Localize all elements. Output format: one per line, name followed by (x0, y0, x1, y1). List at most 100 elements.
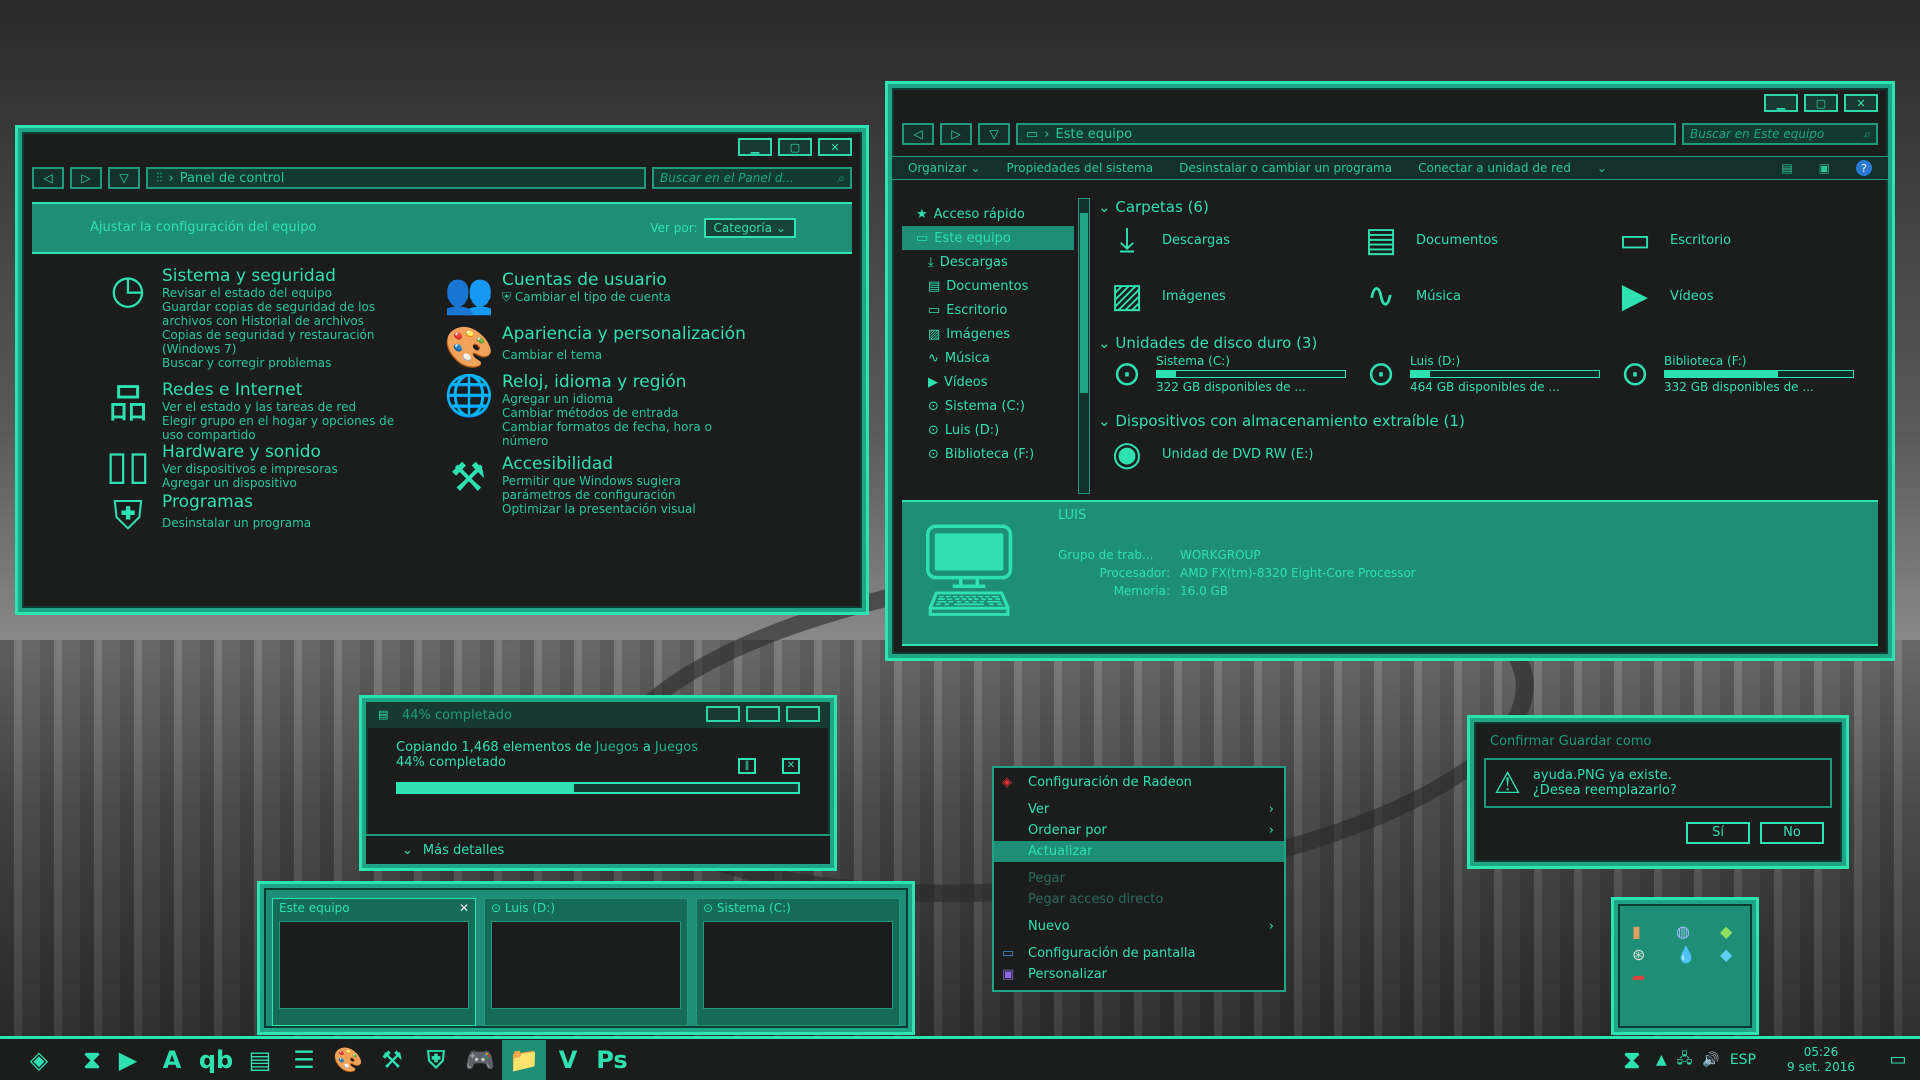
category-link[interactable]: (Windows 7) (162, 342, 375, 356)
back-button[interactable]: ◁ (32, 167, 64, 189)
menu-item-new[interactable]: Nuevo › (994, 916, 1284, 937)
destination-link[interactable]: Juegos (655, 740, 698, 755)
sidebar-item-quick-access[interactable]: ★ Acceso rápido (902, 202, 1074, 226)
drive-c[interactable]: ⊙ Sistema (C:) 322 GB disponibles de ... (1104, 354, 1346, 394)
preview-pane-icon[interactable]: ▣ (1819, 161, 1830, 175)
category-link[interactable]: Desinstalar un programa (162, 516, 311, 530)
map-network-drive-button[interactable]: Conectar a unidad de red (1418, 161, 1571, 175)
folder-desktop[interactable]: ▭ Escritorio (1612, 220, 1731, 260)
category-link[interactable]: archivos con Historial de archivos (162, 314, 375, 328)
tools-icon[interactable]: ⚒ (370, 1040, 414, 1080)
category-link[interactable]: Agregar un idioma (502, 392, 712, 406)
category-link[interactable]: Ver dispositivos e impresoras (162, 462, 338, 476)
uninstall-program-button[interactable]: Desinstalar o cambiar un programa (1179, 161, 1392, 175)
category-link[interactable]: Cambiar el tema (502, 348, 746, 362)
category-title[interactable]: Redes e Internet (162, 380, 394, 400)
category-link[interactable]: Elegir grupo en el hogar y opciones de (162, 414, 394, 428)
steam-icon[interactable]: ⊛ (1632, 945, 1672, 964)
pause-button[interactable]: ‖ (738, 758, 756, 774)
minimize-button[interactable] (706, 706, 740, 722)
forward-button[interactable]: ▷ (70, 167, 102, 189)
start-button[interactable]: ◈ (0, 1040, 78, 1080)
folders-group-title[interactable]: ⌄ Carpetas (6) (1098, 198, 1209, 216)
dvd-drive[interactable]: ◉ Unidad de DVD RW (E:) (1104, 434, 1313, 474)
maximize-button[interactable]: ▢ (778, 138, 812, 156)
sidebar-item-drive-d[interactable]: ⊙ Luis (D:) (902, 418, 1074, 442)
category-title[interactable]: Reloj, idioma y región (502, 372, 712, 392)
back-button[interactable]: ◁ (902, 123, 934, 145)
category-link[interactable]: Copias de seguridad y restauración (162, 328, 375, 342)
category-link[interactable]: Optimizar la presentación visual (502, 502, 696, 516)
category-user-accounts[interactable]: 👥 Cuentas de usuario ⛨ Cambiar el tipo d… (444, 270, 671, 318)
sidebar-item-drive-f[interactable]: ⊙ Biblioteca (F:) (902, 442, 1074, 466)
yes-button[interactable]: Sí (1686, 822, 1750, 844)
folder-pictures[interactable]: ▨ Imágenes (1104, 276, 1226, 316)
drive-d[interactable]: ⊙ Luis (D:) 464 GB disponibles de ... (1358, 354, 1600, 394)
drive-manager-icon[interactable]: ☰ (282, 1040, 326, 1080)
maximize-button[interactable]: ▢ (1804, 94, 1838, 112)
search-input[interactable]: Buscar en Este equipo ⌕ (1682, 123, 1878, 145)
navigation-scrollbar[interactable] (1078, 198, 1090, 494)
category-title[interactable]: Sistema y seguridad (162, 266, 375, 286)
tray-red-icon[interactable]: ➦ (1632, 968, 1672, 987)
menu-item-radeon-settings[interactable]: ◈ Configuración de Radeon (994, 772, 1284, 793)
sidebar-item-music[interactable]: ∿ Música (902, 346, 1074, 370)
more-details-toggle[interactable]: ⌄ Más detalles (366, 834, 830, 864)
menu-item-view[interactable]: Ver › (994, 799, 1284, 820)
category-title[interactable]: Programas (162, 492, 311, 512)
category-network[interactable]: 品 Redes e Internet Ver el estado y las t… (104, 380, 394, 442)
category-link[interactable]: Ver el estado y las tareas de red (162, 400, 394, 414)
media-player-icon[interactable]: ▶ (106, 1040, 150, 1080)
category-link[interactable]: Agregar un dispositivo (162, 476, 338, 490)
folder-downloads[interactable]: ⤓ Descargas (1104, 220, 1230, 260)
category-appearance[interactable]: 🎨 Apariencia y personalización Cambiar e… (444, 324, 746, 372)
cancel-copy-button[interactable]: ✕ (782, 758, 800, 774)
menu-item-personalize[interactable]: ▣ Personalizar (994, 964, 1284, 985)
close-icon[interactable]: ✕ (459, 901, 469, 915)
close-button[interactable]: ✕ (1844, 94, 1878, 112)
clipboard-icon[interactable]: ▤ (238, 1040, 282, 1080)
tray-cloud-icon[interactable]: ◆ (1720, 945, 1760, 964)
category-link[interactable]: número (502, 434, 712, 448)
category-title[interactable]: Accesibilidad (502, 454, 696, 474)
thumbnail-drive-c[interactable]: ⊙ Sistema (C:) (696, 898, 900, 1026)
removable-group-title[interactable]: ⌄ Dispositivos con almacenamiento extraí… (1098, 412, 1465, 430)
network-icon[interactable]: 🖧 (1677, 1048, 1693, 1072)
sidebar-item-videos[interactable]: ▶ Vídeos (902, 370, 1074, 394)
tray-globe-icon[interactable]: ◍ (1676, 922, 1716, 941)
category-link[interactable]: Cambiar formatos de fecha, hora o (502, 420, 712, 434)
category-link[interactable]: Guardar copias de seguridad de los (162, 300, 375, 314)
category-link[interactable]: ⛨ Cambiar el tipo de cuenta (502, 290, 671, 304)
folder-videos[interactable]: ▶ Vídeos (1612, 276, 1714, 316)
no-button[interactable]: No (1760, 822, 1824, 844)
menu-item-display-settings[interactable]: ▭ Configuración de pantalla (994, 943, 1284, 964)
notification-center-icon[interactable]: ▭ (1876, 1040, 1920, 1080)
title-bar[interactable]: ▤ 44% completado (366, 702, 830, 728)
category-system-security[interactable]: ◷ Sistema y seguridad Revisar el estado … (104, 266, 376, 370)
minimize-button[interactable]: ▁ (738, 138, 772, 156)
show-hidden-icons-icon[interactable]: ▲ (1656, 1052, 1667, 1068)
gamepad-icon[interactable]: 🎮 (458, 1040, 502, 1080)
source-link[interactable]: Juegos (596, 740, 639, 755)
qbittorrent-icon[interactable]: qb (194, 1040, 238, 1080)
category-programs[interactable]: ⛨ Programas Desinstalar un programa (104, 492, 311, 540)
category-link[interactable]: Revisar el estado del equipo (162, 286, 375, 300)
tray-app-icon[interactable]: ▮ (1632, 922, 1672, 941)
thumbnail-drive-d[interactable]: ⊙ Luis (D:) (484, 898, 688, 1026)
autocad-icon[interactable]: A (150, 1040, 194, 1080)
view-by-select[interactable]: Categoría ⌄ (703, 218, 796, 238)
address-bar[interactable]: ▭ › Este equipo (1016, 123, 1676, 145)
category-title[interactable]: Apariencia y personalización (502, 324, 746, 344)
shield-icon[interactable]: ⛨ (414, 1040, 458, 1080)
category-link[interactable]: uso compartido (162, 428, 394, 442)
sidebar-item-desktop[interactable]: ▭ Escritorio (902, 298, 1074, 322)
category-link[interactable]: parámetros de configuración (502, 488, 696, 502)
search-input[interactable]: Buscar en el Panel d... ⌕ (652, 167, 852, 189)
sidebar-item-drive-c[interactable]: ⊙ Sistema (C:) (902, 394, 1074, 418)
folder-music[interactable]: ∿ Música (1358, 276, 1461, 316)
category-title[interactable]: Cuentas de usuario (502, 270, 671, 290)
view-toggle-icon[interactable]: ▤ (1781, 161, 1792, 175)
category-title[interactable]: Hardware y sonido (162, 442, 338, 462)
close-button[interactable]: ✕ (818, 138, 852, 156)
minimize-button[interactable]: ▁ (1764, 94, 1798, 112)
